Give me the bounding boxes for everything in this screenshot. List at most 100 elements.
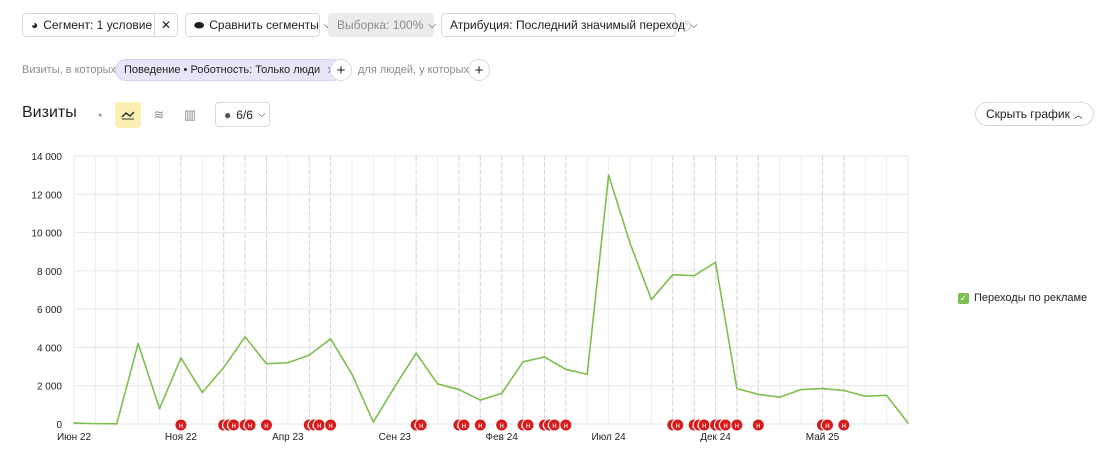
annotations-count: 6/6 <box>236 107 253 122</box>
annotation-marker-label: н <box>328 421 332 430</box>
data-point <box>821 387 824 390</box>
pie-icon: ◕ <box>31 18 39 32</box>
data-point <box>736 387 738 390</box>
data-point <box>907 422 909 424</box>
y-tick-label: 0 <box>56 420 62 431</box>
legend-series-label: Переходы по рекламе <box>974 292 1088 304</box>
annotation-marker-label: н <box>231 421 235 430</box>
y-tick-label: 10 000 <box>31 229 62 240</box>
data-point <box>843 389 845 392</box>
y-tick-label: 6 000 <box>37 305 62 316</box>
data-point <box>586 373 589 376</box>
view-area-button[interactable]: ≋ <box>146 102 172 128</box>
annotation-marker-label: н <box>756 421 760 430</box>
y-tick-label: 2 000 <box>37 382 62 393</box>
legend-checkbox[interactable]: ✓ <box>958 292 969 304</box>
data-point <box>201 391 204 394</box>
x-tick-label: Фев 24 <box>485 432 518 443</box>
data-point <box>137 342 139 345</box>
chevron-down-icon: ⌵ <box>428 19 436 31</box>
data-point <box>308 354 311 356</box>
chevron-down-icon: ⌵ <box>257 109 266 120</box>
y-tick-label: 8 000 <box>37 267 62 278</box>
annotations-dropdown[interactable]: ● 6/6 ⌵ <box>215 102 270 127</box>
visits-where-label: Визиты, в которых <box>22 64 116 76</box>
data-point <box>693 274 695 277</box>
series-line <box>73 174 909 425</box>
annotation-marker-label: н <box>179 421 183 430</box>
data-point <box>180 357 182 359</box>
data-point <box>607 174 610 176</box>
data-point <box>329 338 332 340</box>
close-icon: ✕ <box>160 18 172 32</box>
data-point <box>500 392 503 395</box>
add-visit-condition-button[interactable]: + <box>330 59 352 81</box>
bar-chart-icon: ▥ <box>183 107 197 122</box>
data-point <box>885 394 888 397</box>
data-point <box>565 368 567 371</box>
data-point <box>158 407 161 410</box>
data-point <box>372 421 375 423</box>
data-point <box>265 362 268 365</box>
annotation-marker-label: н <box>248 421 252 430</box>
annotation-marker-label: н <box>264 421 268 430</box>
hide-chart-button[interactable]: Скрыть график ︿ <box>975 102 1094 126</box>
y-tick-label: 12 000 <box>31 190 62 201</box>
comment-icon: ● <box>224 107 232 122</box>
chevron-up-icon: ︿ <box>1073 109 1083 120</box>
x-tick-label: Май 25 <box>806 432 840 443</box>
x-tick-label: Ноя 22 <box>165 432 198 443</box>
annotation-marker-label: н <box>564 421 568 430</box>
annotation-marker-label: н <box>723 421 727 430</box>
x-tick-label: Сен 23 <box>379 432 412 443</box>
compare-segments-dropdown[interactable]: ⬬ Сравнить сегменты ⌵ <box>185 13 331 37</box>
view-bar-button[interactable]: ▥ <box>177 102 203 128</box>
visits-line-chart: 0 2 000 4 000 6 000 8 000 10 000 12 000 14 000 И… <box>31 152 909 443</box>
data-point <box>73 422 75 424</box>
data-point <box>629 242 631 244</box>
x-tick-label: Апр 23 <box>272 432 304 443</box>
segment-label: Сегмент: 1 условие <box>43 18 153 32</box>
data-point <box>351 373 353 376</box>
line-chart-icon <box>121 111 135 120</box>
filter-chip[interactable]: Поведение • Роботность: Только люди ✕ <box>115 59 345 81</box>
help-icon[interactable]: ? <box>681 21 691 31</box>
x-tick-label: Июл 24 <box>592 432 627 443</box>
annotation-marker-label: н <box>676 421 680 430</box>
chart-legend[interactable]: ✓ Переходы по рекламе <box>958 292 1087 304</box>
data-point <box>436 383 439 385</box>
data-point <box>244 336 246 338</box>
clear-segment-button[interactable]: ✕ <box>154 13 178 37</box>
data-point <box>757 393 760 396</box>
add-people-condition-button[interactable]: + <box>468 59 490 81</box>
data-point <box>393 385 396 388</box>
view-pie-button[interactable]: ◔ <box>86 102 112 128</box>
page-title: Визиты <box>22 104 77 121</box>
y-tick-label: 14 000 <box>31 152 62 163</box>
attribution-dropdown[interactable]: Атрибуция: Последний значимый переход ⌵ <box>441 13 698 37</box>
segment-dropdown[interactable]: ◕ Сегмент: 1 условие ⌵ <box>22 13 165 37</box>
annotation-marker-label: н <box>478 421 482 430</box>
data-point <box>778 396 781 399</box>
y-tick-label: 4 000 <box>37 343 62 354</box>
sample-dropdown[interactable]: Выборка: 100% ⌵ <box>328 13 436 37</box>
attribution-label: Атрибуция: Последний значимый переход <box>450 18 685 32</box>
data-point <box>222 366 225 369</box>
stacked-area-icon: ≋ <box>153 107 165 122</box>
annotation-marker-label: н <box>419 421 423 430</box>
data-point <box>800 388 802 391</box>
x-tick-label: Дек 24 <box>700 432 731 443</box>
annotation-marker-label: н <box>702 421 706 430</box>
drops-icon: ⬬ <box>194 17 205 32</box>
annotation-marker-label: н <box>825 421 829 430</box>
data-point <box>94 422 97 425</box>
data-point <box>458 388 460 391</box>
data-point <box>287 361 289 364</box>
data-point <box>714 261 717 264</box>
view-line-button[interactable] <box>115 102 141 128</box>
data-point <box>479 399 482 401</box>
annotation-marker-label: н <box>462 421 466 430</box>
pie-chart-icon: ◔ <box>95 107 103 123</box>
data-point <box>522 360 524 363</box>
data-point <box>115 423 118 425</box>
